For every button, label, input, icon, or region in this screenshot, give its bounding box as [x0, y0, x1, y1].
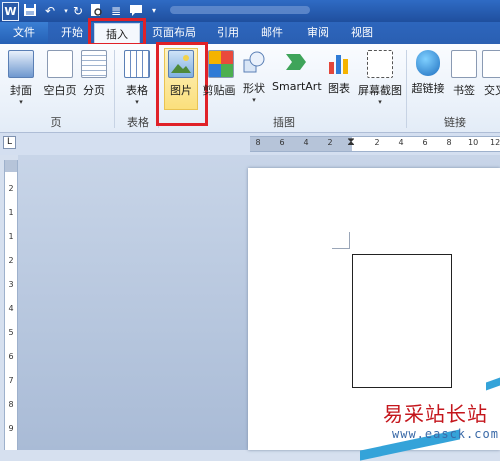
ruler-tick: 4 [8, 304, 14, 313]
cover-page-label: 封面 [10, 84, 32, 97]
tab-review[interactable]: 审阅 [298, 22, 338, 44]
group-label-tables: 表格 [127, 116, 149, 129]
blank-page-button[interactable]: 空白页 [40, 48, 80, 112]
cover-page-button[interactable]: 封面 ▾ [4, 48, 38, 112]
screenshot-label: 屏幕截图 [358, 84, 402, 97]
clip-art-icon [208, 50, 234, 78]
ruler-tick: 6 [279, 138, 285, 147]
ruler-tick: 5 [8, 328, 14, 337]
hyperlink-icon [416, 50, 440, 76]
ruler-tick: 8 [446, 138, 452, 147]
comment-icon[interactable] [128, 3, 144, 19]
ruler-tick: 12 [490, 138, 500, 147]
insert-tab-highlight [88, 18, 146, 46]
group-separator [406, 50, 407, 128]
margin-crop-mark [332, 248, 350, 249]
clip-art-label: 剪贴画 [202, 84, 236, 97]
save-icon[interactable] [22, 3, 38, 19]
ruler-bar: L 8 6 4 2 ⧗ 2 4 6 8 10 12 [0, 133, 500, 155]
dropdown-arrow-icon: ▾ [135, 98, 139, 106]
bookmark-label: 书签 [453, 84, 475, 97]
group-label-links: 链接 [444, 116, 466, 129]
shapes-button[interactable]: 形状 ▾ [240, 48, 268, 112]
cover-page-icon [8, 50, 34, 78]
shapes-label: 形状 [243, 82, 265, 95]
redo-icon[interactable]: ↻ [70, 3, 86, 19]
dropdown-arrow-icon: ▾ [252, 96, 256, 104]
ruler-tick: 1 [8, 232, 14, 241]
ruler-tick: 9 [8, 424, 14, 433]
table-button[interactable]: 表格 ▾ [120, 48, 154, 112]
smartart-button[interactable]: SmartArt [272, 48, 322, 112]
title-bar: W ↶ ▾ ↻ ≣ ▾ [0, 0, 500, 22]
dropdown-arrow-icon: ▾ [19, 98, 23, 106]
watermark-text: 易采站长站 [383, 402, 488, 426]
ruler-margin [5, 160, 17, 172]
chart-icon [327, 50, 351, 76]
tab-file[interactable]: 文件 [0, 22, 48, 44]
ruler-tick: 7 [8, 376, 14, 385]
shapes-icon [242, 50, 266, 76]
watermark-url: www.easck.com [392, 427, 499, 441]
cross-reference-icon [482, 50, 500, 78]
indent-marker-icon[interactable]: ⧗ [346, 135, 356, 149]
cross-reference-label: 交叉 [484, 84, 500, 97]
ruler-tick: 2 [8, 256, 14, 265]
hyperlink-label: 超链接 [411, 82, 445, 95]
chart-button[interactable]: 图表 [324, 48, 354, 112]
bookmark-button[interactable]: 书签 [450, 48, 478, 112]
tab-selector-icon[interactable]: L [3, 136, 16, 149]
ruler-tick: 4 [303, 138, 309, 147]
screenshot-icon [367, 50, 393, 78]
page-break-label: 分页 [83, 84, 105, 97]
blank-page-icon [47, 50, 73, 78]
ruler-tick: 6 [8, 352, 14, 361]
group-label-pages: 页 [50, 116, 62, 129]
ruler-tick: 6 [422, 138, 428, 147]
group-separator [114, 50, 115, 128]
bookmark-icon [451, 50, 477, 78]
hyperlink-button[interactable]: 超链接 [410, 48, 446, 112]
picture-placeholder-frame[interactable] [352, 254, 452, 388]
cross-reference-button[interactable]: 交叉 [480, 48, 500, 112]
tab-home[interactable]: 开始 [52, 22, 92, 44]
tab-page-layout[interactable]: 页面布局 [146, 22, 202, 44]
smartart-icon [284, 50, 308, 76]
table-label: 表格 [126, 84, 148, 97]
smartart-label: SmartArt [272, 80, 322, 93]
ruler-tick: 2 [8, 184, 14, 193]
ruler-tick: 2 [327, 138, 333, 147]
ruler-tick: 2 [374, 138, 380, 147]
print-preview-icon[interactable] [88, 3, 104, 19]
tab-view[interactable]: 视图 [342, 22, 382, 44]
dropdown-arrow-icon: ▾ [378, 98, 382, 106]
word-logo-icon[interactable]: W [2, 2, 19, 21]
tab-references[interactable]: 引用 [208, 22, 248, 44]
horizontal-ruler[interactable]: 8 6 4 2 ⧗ 2 4 6 8 10 12 [250, 135, 500, 152]
window-title [170, 6, 310, 14]
screenshot-button[interactable]: 屏幕截图 ▾ [356, 48, 404, 112]
group-label-illustrations: 插图 [273, 116, 295, 129]
vertical-ruler[interactable]: 2 1 1 2 3 4 5 6 7 8 9 [4, 160, 18, 450]
blank-page-label: 空白页 [43, 84, 77, 97]
ribbon-insert: 封面 ▾ 空白页 分页 页 表格 ▾ 表格 图片 剪贴画 形状 ▾ SmartA… [0, 42, 500, 133]
ruler-tick: 8 [8, 400, 14, 409]
format-icon[interactable]: ≣ [108, 3, 124, 19]
chart-label: 图表 [328, 82, 350, 95]
ruler-tick: 10 [468, 138, 479, 147]
ruler-tick: 1 [8, 208, 14, 217]
ruler-tick: 4 [398, 138, 404, 147]
ribbon-tabs: 文件 开始 插入 页面布局 引用 邮件 审阅 视图 [0, 22, 500, 44]
page-break-button[interactable]: 分页 [80, 48, 108, 112]
clip-art-button[interactable]: 剪贴画 [203, 48, 238, 112]
page-break-icon [81, 50, 107, 78]
margin-crop-mark [349, 232, 350, 249]
ruler-tick: 3 [8, 280, 14, 289]
customize-toolbar-icon[interactable]: ▾ [146, 3, 162, 19]
table-icon [124, 50, 150, 78]
undo-icon[interactable]: ↶ [42, 3, 58, 19]
tab-mailings[interactable]: 邮件 [252, 22, 292, 44]
ruler-tick: 8 [255, 138, 261, 147]
